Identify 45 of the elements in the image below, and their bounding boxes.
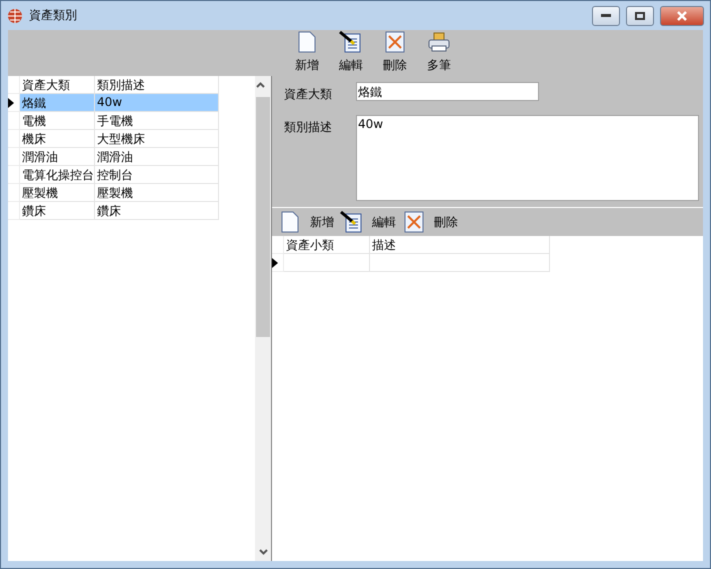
table-cell: 鑽床 bbox=[95, 202, 219, 220]
pencil-document-icon bbox=[340, 210, 364, 234]
table-cell: 潤滑油 bbox=[20, 148, 95, 166]
delete-icon bbox=[383, 30, 407, 54]
toolbar-button[interactable]: 編輯 bbox=[340, 210, 396, 234]
close-icon bbox=[677, 10, 687, 20]
scroll-down-icon[interactable] bbox=[258, 549, 268, 555]
description-field[interactable]: 40w bbox=[356, 114, 699, 200]
scroll-up-icon[interactable] bbox=[256, 82, 265, 88]
column-header[interactable]: 描述 bbox=[370, 236, 550, 254]
scrollbar[interactable] bbox=[255, 76, 271, 561]
globe-icon bbox=[7, 8, 23, 24]
maximize-button[interactable] bbox=[626, 6, 654, 26]
toolbar-button[interactable]: 編輯 bbox=[336, 30, 366, 74]
category-field[interactable]: 烙鐵 bbox=[356, 82, 539, 101]
table-cell: 機床 bbox=[20, 130, 95, 148]
toolbar-button[interactable]: 刪除 bbox=[402, 210, 458, 234]
printer-icon bbox=[427, 30, 451, 54]
field-label: 資產大類 bbox=[284, 86, 333, 103]
delete-icon bbox=[402, 210, 426, 234]
table-cell: 壓製機 bbox=[20, 184, 95, 202]
table-cell: 大型機床 bbox=[95, 130, 219, 148]
pencil-document-icon bbox=[339, 30, 363, 54]
table-cell: 手電機 bbox=[95, 112, 219, 130]
column-header[interactable]: 類別描述 bbox=[95, 76, 219, 94]
toolbar-button[interactable]: 新增 bbox=[278, 210, 334, 234]
table-cell: 潤滑油 bbox=[95, 148, 219, 166]
toolbar-button[interactable]: 刪除 bbox=[380, 30, 410, 74]
column-header[interactable]: 資產小類 bbox=[284, 236, 370, 254]
table-cell: 控制台 bbox=[95, 166, 219, 184]
close-button[interactable] bbox=[660, 6, 704, 26]
column-header[interactable]: 資產大類 bbox=[20, 76, 95, 94]
table-cell: 烙鐵 bbox=[20, 94, 95, 112]
minimize-icon bbox=[601, 14, 611, 18]
window-title: 資產類別 bbox=[29, 7, 78, 24]
table-cell: 壓製機 bbox=[95, 184, 219, 202]
table-cell: 鑽床 bbox=[20, 202, 95, 220]
table-cell: 電算化操控台 bbox=[20, 166, 95, 184]
table-cell: 40w bbox=[95, 94, 219, 112]
minimize-button[interactable] bbox=[592, 6, 620, 26]
toolbar-button[interactable]: 多筆 bbox=[424, 30, 454, 74]
toolbar-button[interactable]: 新增 bbox=[292, 30, 322, 74]
maximize-icon bbox=[635, 12, 645, 20]
table-cell: 電機 bbox=[20, 112, 95, 130]
field-label: 類別描述 bbox=[284, 118, 333, 136]
